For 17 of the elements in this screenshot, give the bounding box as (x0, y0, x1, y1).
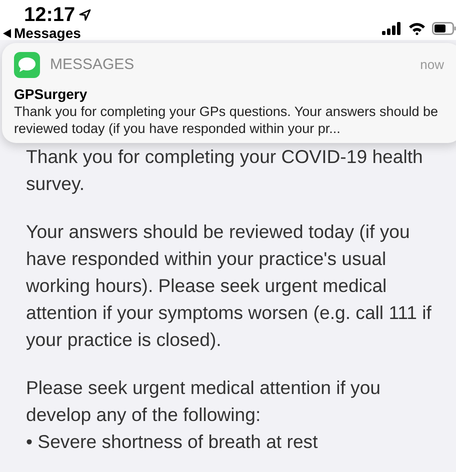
notification-text: Thank you for completing your GPs questions. Your answers should be reviewed today (if you have responded within your pr... (14, 103, 439, 137)
signal-icon (382, 22, 402, 35)
notification-banner[interactable]: MESSAGES now GPSurgery Thank you for completing your GPs questions. Your answers should be reviewed today (if you have responded within your pr... (2, 43, 456, 143)
chat-bubble-app-icon (14, 52, 40, 78)
message-paragraph: Your answers should be reviewed today (if you have responded within your practice's usual working hours). Please seek urgent medical attention if your symptoms worsen (e.g. call 111 if your practice is closed). (26, 220, 432, 352)
back-link[interactable]: Messages (14, 26, 81, 40)
message-paragraph: Please seek urgent medical attention if you develop any of the following: (26, 376, 382, 427)
bullet-item: • Severe shortness of breath at rest (26, 430, 319, 454)
back-caret-icon[interactable] (3, 28, 11, 38)
battery-icon (432, 22, 456, 35)
app-name: MESSAGES (50, 54, 136, 75)
location-arrow-icon (79, 9, 92, 21)
clock-time: 12:17 (24, 3, 76, 27)
notification-time: now (420, 56, 444, 74)
wifi-icon (408, 22, 426, 35)
sender-name: GPSurgery (14, 86, 88, 103)
message-paragraph: Thank you for completing your COVID-19 health survey. (26, 145, 424, 196)
